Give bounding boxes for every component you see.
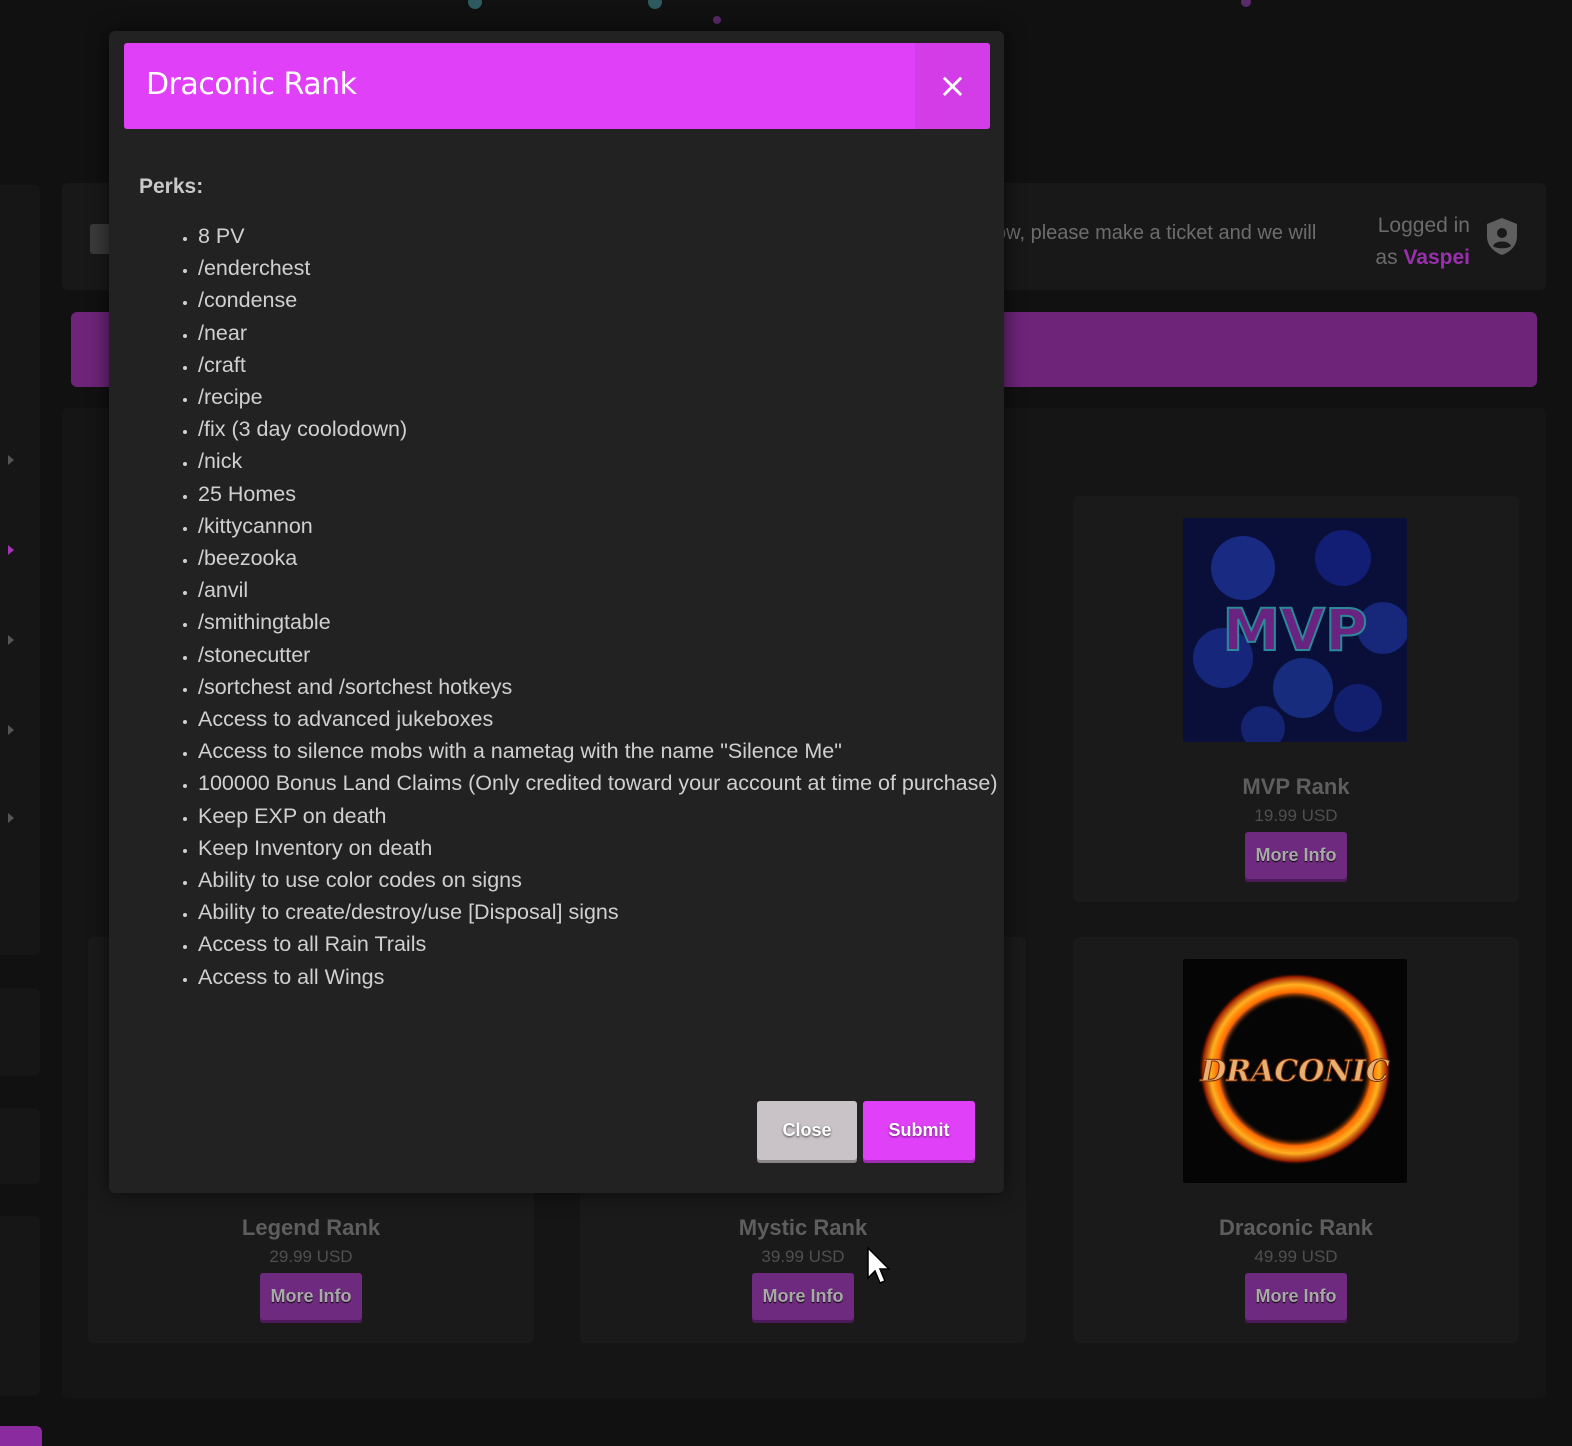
perks-list: 8 PV/enderchest/condense/near/craft/reci… — [139, 220, 1018, 993]
card-title: Legend Rank — [241, 1215, 381, 1240]
perk-item: /near — [198, 317, 1018, 349]
perk-item: /craft — [198, 349, 1018, 381]
perk-item: Access to advanced jukeboxes — [198, 703, 1018, 735]
login-user-line: as Vaspei — [1366, 242, 1470, 274]
sidebar-pill[interactable] — [0, 1426, 42, 1446]
login-as: as — [1375, 246, 1398, 269]
card-price: 39.99 USD — [761, 1247, 845, 1266]
sidebar-widget — [0, 1216, 40, 1396]
perk-item: Access to silence mobs with a nametag wi… — [198, 735, 1018, 767]
modal-header: Draconic Rank × — [124, 43, 990, 129]
card-price: 49.99 USD — [1254, 1247, 1338, 1266]
perk-item: /recipe — [198, 381, 1018, 413]
user-shield-icon[interactable] — [1484, 216, 1520, 256]
card-price: 29.99 USD — [269, 1247, 353, 1266]
sidebar-arrow-icon[interactable] — [8, 725, 14, 735]
login-status: Logged in as Vaspei — [1366, 210, 1470, 274]
close-button[interactable]: Close — [757, 1101, 857, 1160]
perk-item: Access to all Rain Trails — [198, 928, 1018, 960]
submit-button[interactable]: Submit — [863, 1101, 975, 1160]
card-title: MVP Rank — [1242, 774, 1350, 799]
perk-item: /nick — [198, 445, 1018, 477]
product-card-mvp: MVP MVP Rank 19.99 USD More Info — [1073, 496, 1519, 902]
perk-item: Keep Inventory on death — [198, 832, 1018, 864]
perk-item: Access to all Wings — [198, 961, 1018, 993]
svg-text:DRACONIC: DRACONIC — [1199, 1054, 1390, 1089]
sidebar-arrow-icon[interactable] — [8, 813, 14, 823]
card-title: Mystic Rank — [738, 1215, 868, 1240]
perk-item: Ability to create/destroy/use [Disposal]… — [198, 896, 1018, 928]
sidebar-arrow-icon[interactable] — [8, 455, 14, 465]
close-icon[interactable]: × — [915, 43, 990, 129]
perk-item: 25 Homes — [198, 478, 1018, 510]
more-info-button[interactable]: More Info — [1245, 832, 1347, 879]
card-title: Draconic Rank — [1218, 1215, 1374, 1240]
perk-item: /fix (3 day coolodown) — [198, 413, 1018, 445]
product-card-draconic: DRACONIC Draconic Rank 49.99 USD More In… — [1073, 937, 1519, 1343]
username[interactable]: Vaspei — [1403, 246, 1470, 269]
perk-item: /enderchest — [198, 252, 1018, 284]
perk-item: /kittycannon — [198, 510, 1018, 542]
login-prefix: Logged in — [1377, 214, 1470, 237]
sidebar-widget — [0, 1108, 40, 1184]
perk-item: /beezooka — [198, 542, 1018, 574]
perk-item: 100000 Bonus Land Claims (Only credited … — [198, 767, 1018, 799]
perk-item: /stonecutter — [198, 639, 1018, 671]
perk-item: /anvil — [198, 574, 1018, 606]
perks-label: Perks: — [139, 175, 204, 198]
perk-item: /condense — [198, 284, 1018, 316]
sidebar — [0, 185, 40, 955]
mvp-rank-image: MVP — [1183, 518, 1407, 742]
more-info-button[interactable]: More Info — [752, 1273, 854, 1320]
sidebar-arrow-icon[interactable] — [8, 635, 14, 645]
sidebar-widget — [0, 988, 40, 1076]
perk-item: Keep EXP on death — [198, 800, 1018, 832]
perk-item: 8 PV — [198, 220, 1018, 252]
more-info-button[interactable]: More Info — [260, 1273, 362, 1320]
sidebar-arrow-icon[interactable] — [8, 545, 14, 555]
perk-item: /sortchest and /sortchest hotkeys — [198, 671, 1018, 703]
more-info-button[interactable]: More Info — [1245, 1273, 1347, 1320]
perk-item: Ability to use color codes on signs — [198, 864, 1018, 896]
mouse-cursor-icon — [867, 1246, 891, 1284]
card-price: 19.99 USD — [1254, 806, 1338, 825]
header-notice: ow, please make a ticket and we will — [995, 222, 1317, 244]
perk-item: /smithingtable — [198, 606, 1018, 638]
draconic-rank-image: DRACONIC — [1183, 959, 1407, 1183]
svg-text:MVP: MVP — [1222, 596, 1367, 664]
modal-title: Draconic Rank — [146, 67, 357, 102]
rank-details-modal: Draconic Rank × Perks: 8 PV/enderchest/c… — [109, 31, 1004, 1193]
